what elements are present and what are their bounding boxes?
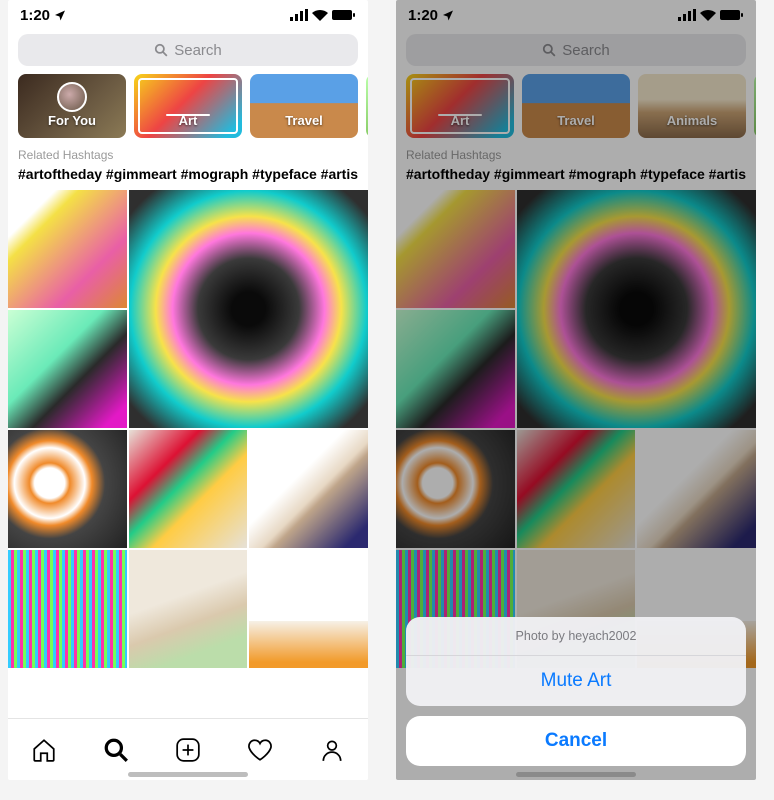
category-label: Travel (285, 113, 323, 128)
home-indicator[interactable] (516, 772, 636, 777)
phone-action-sheet: 1:20 Search Art Travel Animals (396, 0, 756, 780)
signal-icon (290, 9, 308, 21)
wifi-icon (312, 9, 328, 21)
cancel-button[interactable]: Cancel (406, 716, 746, 766)
grid-tile[interactable] (8, 550, 127, 668)
grid-tile[interactable] (8, 310, 127, 428)
category-art[interactable]: Art (134, 74, 242, 138)
search-tab-icon[interactable] (103, 737, 129, 763)
grid-tile[interactable] (249, 430, 368, 548)
search-placeholder: Search (174, 42, 222, 59)
tab-bar (8, 718, 368, 780)
profile-icon[interactable] (319, 737, 345, 763)
category-for-you[interactable]: For You (18, 74, 126, 138)
status-time: 1:20 (20, 7, 50, 24)
category-row[interactable]: For You Art Travel (8, 74, 368, 148)
category-label: Art (179, 113, 198, 128)
search-input[interactable]: Search (18, 34, 358, 66)
phone-explore: 1:20 Search For You Art (8, 0, 368, 780)
grid-tile[interactable] (129, 430, 248, 548)
action-sheet-group: Photo by heyach2002 Mute Art (406, 617, 746, 706)
hashtag-row[interactable]: #artoftheday #gimmeart #mograph #typefac… (8, 166, 368, 190)
mute-button[interactable]: Mute Art (406, 656, 746, 706)
action-sheet-title: Photo by heyach2002 (406, 617, 746, 656)
category-travel[interactable]: Travel (250, 74, 358, 138)
explore-grid (8, 190, 368, 668)
grid-tile[interactable] (8, 430, 127, 548)
grid-tile[interactable] (249, 550, 368, 668)
grid-tile[interactable] (8, 190, 127, 308)
category-label: For You (48, 113, 96, 128)
add-post-icon[interactable] (175, 737, 201, 763)
action-sheet: Photo by heyach2002 Mute Art Cancel (406, 617, 746, 766)
grid-tile-large[interactable] (129, 190, 368, 428)
heart-icon[interactable] (247, 737, 273, 763)
avatar (57, 82, 87, 112)
category-peek[interactable] (366, 74, 368, 138)
grid-tile[interactable] (129, 550, 248, 668)
related-hashtags-label: Related Hashtags (8, 148, 368, 166)
search-icon (154, 43, 168, 57)
status-bar: 1:20 (8, 0, 368, 30)
home-indicator[interactable] (128, 772, 248, 777)
location-icon (54, 9, 66, 21)
home-icon[interactable] (31, 737, 57, 763)
battery-icon (332, 9, 356, 21)
